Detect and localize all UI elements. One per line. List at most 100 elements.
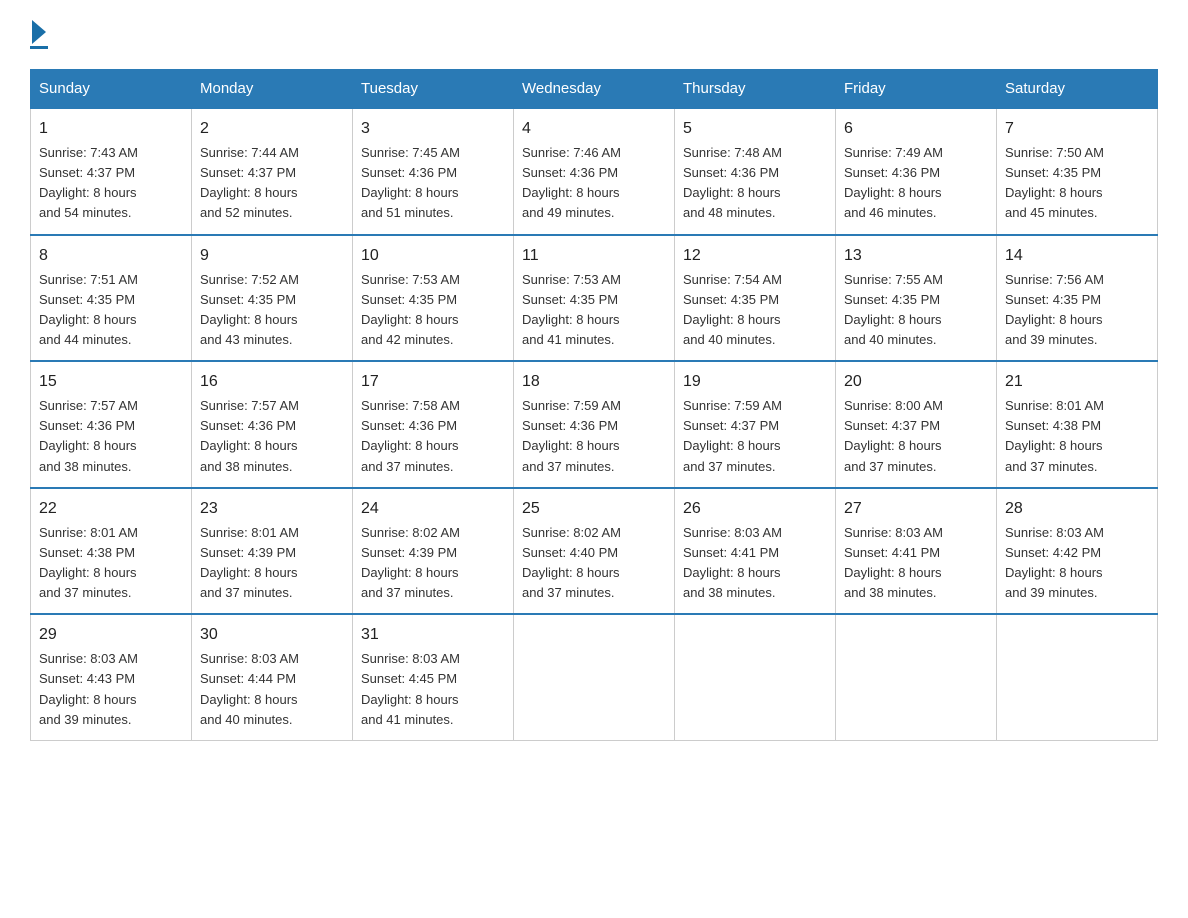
calendar-week-row: 15Sunrise: 7:57 AMSunset: 4:36 PMDayligh… (31, 361, 1158, 488)
calendar-week-row: 22Sunrise: 8:01 AMSunset: 4:38 PMDayligh… (31, 488, 1158, 615)
calendar-cell: 6Sunrise: 7:49 AMSunset: 4:36 PMDaylight… (836, 108, 997, 235)
col-header-monday: Monday (192, 70, 353, 109)
day-info: Sunrise: 8:02 AMSunset: 4:40 PMDaylight:… (522, 523, 666, 604)
logo (30, 20, 48, 49)
day-info: Sunrise: 7:49 AMSunset: 4:36 PMDaylight:… (844, 143, 988, 224)
day-info: Sunrise: 7:50 AMSunset: 4:35 PMDaylight:… (1005, 143, 1149, 224)
day-number: 5 (683, 117, 827, 141)
day-number: 2 (200, 117, 344, 141)
calendar-cell: 27Sunrise: 8:03 AMSunset: 4:41 PMDayligh… (836, 488, 997, 615)
calendar-week-row: 8Sunrise: 7:51 AMSunset: 4:35 PMDaylight… (31, 235, 1158, 362)
day-info: Sunrise: 7:53 AMSunset: 4:35 PMDaylight:… (361, 270, 505, 351)
day-number: 25 (522, 497, 666, 521)
day-info: Sunrise: 8:01 AMSunset: 4:38 PMDaylight:… (1005, 396, 1149, 477)
day-number: 13 (844, 244, 988, 268)
col-header-saturday: Saturday (997, 70, 1158, 109)
calendar-cell (836, 614, 997, 740)
day-number: 1 (39, 117, 183, 141)
calendar-cell: 11Sunrise: 7:53 AMSunset: 4:35 PMDayligh… (514, 235, 675, 362)
day-info: Sunrise: 7:59 AMSunset: 4:37 PMDaylight:… (683, 396, 827, 477)
day-info: Sunrise: 7:46 AMSunset: 4:36 PMDaylight:… (522, 143, 666, 224)
day-number: 12 (683, 244, 827, 268)
calendar-cell: 31Sunrise: 8:03 AMSunset: 4:45 PMDayligh… (353, 614, 514, 740)
day-number: 17 (361, 370, 505, 394)
day-info: Sunrise: 8:03 AMSunset: 4:42 PMDaylight:… (1005, 523, 1149, 604)
day-info: Sunrise: 7:55 AMSunset: 4:35 PMDaylight:… (844, 270, 988, 351)
day-info: Sunrise: 8:02 AMSunset: 4:39 PMDaylight:… (361, 523, 505, 604)
calendar-header-row: SundayMondayTuesdayWednesdayThursdayFrid… (31, 70, 1158, 109)
calendar-cell: 28Sunrise: 8:03 AMSunset: 4:42 PMDayligh… (997, 488, 1158, 615)
calendar-table: SundayMondayTuesdayWednesdayThursdayFrid… (30, 69, 1158, 741)
logo-underline (30, 46, 48, 49)
day-number: 30 (200, 623, 344, 647)
calendar-cell: 24Sunrise: 8:02 AMSunset: 4:39 PMDayligh… (353, 488, 514, 615)
calendar-cell: 1Sunrise: 7:43 AMSunset: 4:37 PMDaylight… (31, 108, 192, 235)
calendar-cell: 9Sunrise: 7:52 AMSunset: 4:35 PMDaylight… (192, 235, 353, 362)
calendar-cell (997, 614, 1158, 740)
logo-text (30, 20, 48, 44)
calendar-cell: 25Sunrise: 8:02 AMSunset: 4:40 PMDayligh… (514, 488, 675, 615)
day-info: Sunrise: 7:53 AMSunset: 4:35 PMDaylight:… (522, 270, 666, 351)
day-number: 3 (361, 117, 505, 141)
day-number: 31 (361, 623, 505, 647)
day-info: Sunrise: 7:57 AMSunset: 4:36 PMDaylight:… (39, 396, 183, 477)
day-info: Sunrise: 7:57 AMSunset: 4:36 PMDaylight:… (200, 396, 344, 477)
day-info: Sunrise: 7:56 AMSunset: 4:35 PMDaylight:… (1005, 270, 1149, 351)
calendar-cell: 20Sunrise: 8:00 AMSunset: 4:37 PMDayligh… (836, 361, 997, 488)
day-info: Sunrise: 7:52 AMSunset: 4:35 PMDaylight:… (200, 270, 344, 351)
day-number: 14 (1005, 244, 1149, 268)
col-header-sunday: Sunday (31, 70, 192, 109)
calendar-cell: 30Sunrise: 8:03 AMSunset: 4:44 PMDayligh… (192, 614, 353, 740)
col-header-friday: Friday (836, 70, 997, 109)
calendar-cell: 12Sunrise: 7:54 AMSunset: 4:35 PMDayligh… (675, 235, 836, 362)
day-number: 4 (522, 117, 666, 141)
calendar-cell: 26Sunrise: 8:03 AMSunset: 4:41 PMDayligh… (675, 488, 836, 615)
day-number: 15 (39, 370, 183, 394)
day-info: Sunrise: 8:03 AMSunset: 4:41 PMDaylight:… (844, 523, 988, 604)
day-info: Sunrise: 7:43 AMSunset: 4:37 PMDaylight:… (39, 143, 183, 224)
calendar-cell: 14Sunrise: 7:56 AMSunset: 4:35 PMDayligh… (997, 235, 1158, 362)
day-info: Sunrise: 8:00 AMSunset: 4:37 PMDaylight:… (844, 396, 988, 477)
day-number: 22 (39, 497, 183, 521)
day-info: Sunrise: 8:03 AMSunset: 4:44 PMDaylight:… (200, 649, 344, 730)
calendar-cell: 23Sunrise: 8:01 AMSunset: 4:39 PMDayligh… (192, 488, 353, 615)
col-header-thursday: Thursday (675, 70, 836, 109)
day-info: Sunrise: 8:01 AMSunset: 4:38 PMDaylight:… (39, 523, 183, 604)
day-number: 7 (1005, 117, 1149, 141)
day-number: 19 (683, 370, 827, 394)
day-info: Sunrise: 7:59 AMSunset: 4:36 PMDaylight:… (522, 396, 666, 477)
calendar-cell: 22Sunrise: 8:01 AMSunset: 4:38 PMDayligh… (31, 488, 192, 615)
day-number: 18 (522, 370, 666, 394)
day-number: 21 (1005, 370, 1149, 394)
day-number: 24 (361, 497, 505, 521)
calendar-cell: 17Sunrise: 7:58 AMSunset: 4:36 PMDayligh… (353, 361, 514, 488)
page-header (30, 20, 1158, 49)
calendar-cell: 4Sunrise: 7:46 AMSunset: 4:36 PMDaylight… (514, 108, 675, 235)
day-info: Sunrise: 7:51 AMSunset: 4:35 PMDaylight:… (39, 270, 183, 351)
calendar-cell: 7Sunrise: 7:50 AMSunset: 4:35 PMDaylight… (997, 108, 1158, 235)
day-number: 8 (39, 244, 183, 268)
day-info: Sunrise: 8:03 AMSunset: 4:41 PMDaylight:… (683, 523, 827, 604)
calendar-week-row: 29Sunrise: 8:03 AMSunset: 4:43 PMDayligh… (31, 614, 1158, 740)
calendar-cell: 8Sunrise: 7:51 AMSunset: 4:35 PMDaylight… (31, 235, 192, 362)
day-number: 26 (683, 497, 827, 521)
day-info: Sunrise: 7:48 AMSunset: 4:36 PMDaylight:… (683, 143, 827, 224)
day-info: Sunrise: 8:01 AMSunset: 4:39 PMDaylight:… (200, 523, 344, 604)
calendar-cell: 29Sunrise: 8:03 AMSunset: 4:43 PMDayligh… (31, 614, 192, 740)
calendar-cell: 21Sunrise: 8:01 AMSunset: 4:38 PMDayligh… (997, 361, 1158, 488)
day-number: 28 (1005, 497, 1149, 521)
calendar-cell: 5Sunrise: 7:48 AMSunset: 4:36 PMDaylight… (675, 108, 836, 235)
day-number: 9 (200, 244, 344, 268)
calendar-cell: 19Sunrise: 7:59 AMSunset: 4:37 PMDayligh… (675, 361, 836, 488)
calendar-cell: 10Sunrise: 7:53 AMSunset: 4:35 PMDayligh… (353, 235, 514, 362)
day-number: 23 (200, 497, 344, 521)
col-header-tuesday: Tuesday (353, 70, 514, 109)
calendar-cell: 2Sunrise: 7:44 AMSunset: 4:37 PMDaylight… (192, 108, 353, 235)
day-number: 11 (522, 244, 666, 268)
day-number: 6 (844, 117, 988, 141)
day-number: 20 (844, 370, 988, 394)
day-number: 27 (844, 497, 988, 521)
col-header-wednesday: Wednesday (514, 70, 675, 109)
calendar-cell (514, 614, 675, 740)
calendar-week-row: 1Sunrise: 7:43 AMSunset: 4:37 PMDaylight… (31, 108, 1158, 235)
